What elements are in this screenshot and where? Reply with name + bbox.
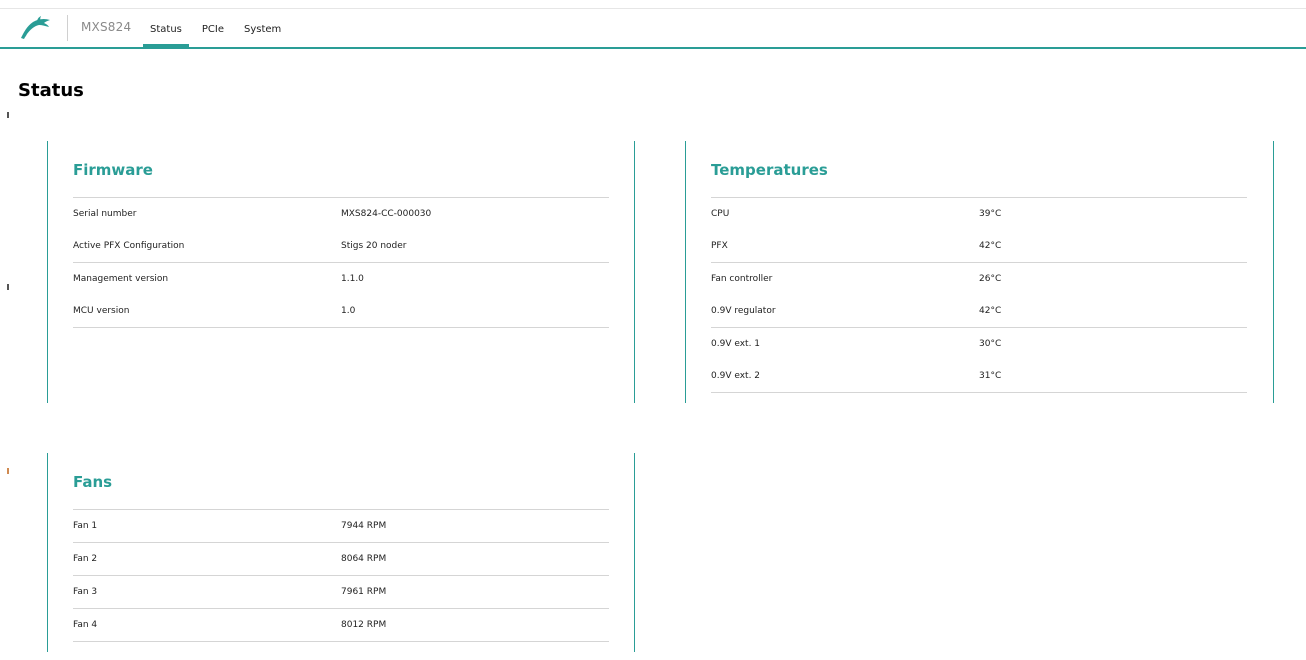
fans-table: Fan 1 7944 RPM Fan 2 8064 RPM Fan 3 7961… — [73, 509, 609, 642]
top-navigation-bar: MXS824 Status PCIe System — [0, 8, 1306, 49]
row-label: 0.9V ext. 2 — [711, 371, 761, 381]
fans-panel: Fans Fan 1 7944 RPM Fan 2 8064 RPM Fan 3… — [47, 453, 635, 652]
row-value: 30°C — [979, 339, 1002, 349]
temperatures-table: CPU 39°C PFX 42°C Fan controller 26°C 0.… — [711, 197, 1247, 393]
table-row: Fan 2 8064 RPM — [73, 543, 609, 576]
row-label: MCU version — [73, 306, 130, 316]
row-value: 7961 RPM — [341, 587, 387, 597]
window-edge-mark — [7, 468, 9, 474]
table-row: Fan controller 26°C — [711, 263, 1247, 295]
row-label: Fan 4 — [73, 620, 98, 630]
row-value: 42°C — [979, 306, 1002, 316]
row-value: 42°C — [979, 241, 1002, 251]
row-value: 31°C — [979, 371, 1002, 381]
table-row: Management version 1.1.0 — [73, 263, 609, 295]
row-label: Fan 3 — [73, 587, 98, 597]
row-value: 26°C — [979, 274, 1002, 284]
row-value: MXS824-CC-000030 — [341, 209, 432, 219]
row-label: Fan controller — [711, 274, 773, 284]
table-row: Fan 1 7944 RPM — [73, 510, 609, 543]
table-row: 0.9V ext. 1 30°C — [711, 328, 1247, 360]
temperatures-panel: Temperatures CPU 39°C PFX 42°C Fan contr… — [685, 141, 1274, 403]
tab-status[interactable]: Status — [140, 9, 192, 47]
device-name: MXS824 — [81, 20, 132, 34]
table-row: Fan 4 8012 RPM — [73, 609, 609, 642]
table-row: CPU 39°C — [711, 198, 1247, 230]
table-row: 0.9V regulator 42°C — [711, 295, 1247, 328]
fans-panel-title: Fans — [73, 473, 113, 491]
row-value: Stigs 20 noder — [341, 241, 407, 251]
row-label: Fan 2 — [73, 554, 98, 564]
table-row: PFX 42°C — [711, 230, 1247, 263]
row-value: 1.0 — [341, 306, 356, 316]
firmware-panel: Firmware Serial number MXS824-CC-000030 … — [47, 141, 635, 403]
tab-system[interactable]: System — [234, 9, 291, 47]
firmware-table: Serial number MXS824-CC-000030 Active PF… — [73, 197, 609, 328]
row-value: 39°C — [979, 209, 1002, 219]
row-value: 7944 RPM — [341, 521, 387, 531]
row-label: Active PFX Configuration — [73, 241, 185, 251]
tab-pcie[interactable]: PCIe — [192, 9, 234, 47]
firmware-panel-title: Firmware — [73, 161, 153, 179]
row-value: 1.1.0 — [341, 274, 364, 284]
table-row: Fan 3 7961 RPM — [73, 576, 609, 609]
row-value: 8012 RPM — [341, 620, 387, 630]
page-title: Status — [18, 80, 84, 101]
table-row: Active PFX Configuration Stigs 20 noder — [73, 230, 609, 263]
table-row: MCU version 1.0 — [73, 295, 609, 328]
row-label: 0.9V ext. 1 — [711, 339, 761, 349]
window-edge-mark — [7, 284, 9, 290]
main-tabs: Status PCIe System — [140, 9, 291, 47]
row-value: 8064 RPM — [341, 554, 387, 564]
table-row: 0.9V ext. 2 31°C — [711, 360, 1247, 393]
temperatures-panel-title: Temperatures — [711, 161, 828, 179]
row-label: Fan 1 — [73, 521, 98, 531]
row-label: Management version — [73, 274, 169, 284]
brand-divider — [67, 15, 68, 41]
row-label: 0.9V regulator — [711, 306, 776, 316]
table-row: Serial number MXS824-CC-000030 — [73, 198, 609, 230]
window-edge-mark — [7, 112, 9, 118]
dolphin-icon[interactable] — [18, 16, 52, 40]
row-label: CPU — [711, 209, 730, 219]
row-label: Serial number — [73, 209, 137, 219]
row-label: PFX — [711, 241, 728, 251]
